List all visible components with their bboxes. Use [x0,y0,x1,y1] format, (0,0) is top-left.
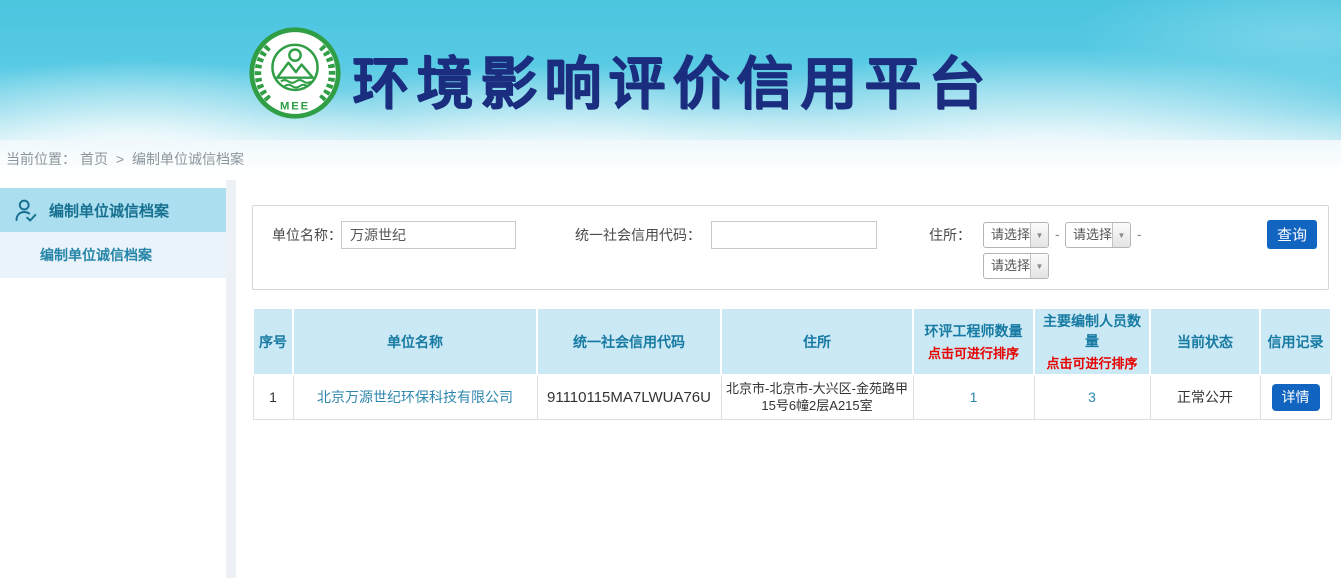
cell-serial: 1 [253,375,293,419]
mee-logo-icon: MEE [248,26,342,120]
unit-name-link[interactable]: 北京万源世纪环保科技有限公司 [317,389,513,405]
sidebar-content-divider [226,180,236,578]
col-header-address: 住所 [721,308,913,375]
sidebar-subitem-label: 编制单位诚信档案 [40,247,152,263]
logo-text: MEE [280,101,310,113]
person-check-icon [14,198,39,223]
address-dash-1: - [1055,220,1060,248]
credit-code-input[interactable] [711,221,877,249]
breadcrumb-current: 编制单位诚信档案 [132,151,244,167]
breadcrumb: 当前位置：首页 > 编制单位诚信档案 [0,140,1341,180]
result-table: 序号 单位名称 统一社会信用代码 住所 环评工程师数量 点击可进行排序 主要编制… [252,307,1332,420]
col-header-engineer-count-sort[interactable]: 环评工程师数量 点击可进行排序 [913,308,1034,375]
chevron-down-icon[interactable]: ▼ [1112,223,1130,247]
table-row: 1 北京万源世纪环保科技有限公司 91110115MA7LWUA76U 北京市-… [253,375,1331,419]
sidebar: 编制单位诚信档案 编制单位诚信档案 [0,180,226,578]
address-district-select[interactable]: 请选择 ▼ [983,253,1049,279]
city-select-value: 请选择 [1066,223,1112,247]
sidebar-item-label: 编制单位诚信档案 [49,200,169,221]
col-header-credit-code: 统一社会信用代码 [537,308,721,375]
col-header-credit-record: 信用记录 [1260,308,1331,375]
cell-engineer-count: 1 [913,375,1034,419]
staff-count-link[interactable]: 3 [1088,389,1096,405]
search-form: 单位名称： 统一社会信用代码： 住所： 请选择 ▼ - 请选择 ▼ - 请选择 … [252,205,1329,290]
sort-hint: 点击可进行排序 [916,343,1031,362]
chevron-down-icon[interactable]: ▼ [1030,254,1048,278]
page-title: 环境影响评价信用平台 [352,38,992,120]
col-header-staff-count-sort[interactable]: 主要编制人员数量 点击可进行排序 [1034,308,1150,375]
breadcrumb-separator: > [116,151,124,167]
cell-unit-name: 北京万源世纪环保科技有限公司 [293,375,537,419]
sidebar-item-credit-archive[interactable]: 编制单位诚信档案 [0,188,226,232]
query-button[interactable]: 查询 [1267,220,1317,249]
col-header-serial: 序号 [253,308,293,375]
cell-status: 正常公开 [1150,375,1260,419]
address-city-select[interactable]: 请选择 ▼ [1065,222,1131,248]
address-province-select[interactable]: 请选择 ▼ [983,222,1049,248]
credit-code-label: 统一社会信用代码： [575,221,701,249]
engineer-count-link[interactable]: 1 [970,389,978,405]
detail-button[interactable]: 详情 [1272,384,1320,411]
cell-staff-count: 3 [1034,375,1150,419]
unit-name-input[interactable] [341,221,516,249]
address-label: 住所： [929,221,971,249]
chevron-down-icon[interactable]: ▼ [1030,223,1048,247]
breadcrumb-prefix: 当前位置： [6,151,76,167]
col-header-unit-name: 单位名称 [293,308,537,375]
cell-credit-code: 91110115MA7LWUA76U [537,375,721,419]
sidebar-subitem-credit-archive[interactable]: 编制单位诚信档案 [0,232,226,278]
sort-hint: 点击可进行排序 [1037,353,1147,372]
district-select-value: 请选择 [984,254,1030,278]
col-header-status: 当前状态 [1150,308,1260,375]
site-header: MEE 环境影响评价信用平台 [0,0,1341,140]
address-dash-2: - [1137,220,1142,248]
cell-credit-record: 详情 [1260,375,1331,419]
table-header-row: 序号 单位名称 统一社会信用代码 住所 环评工程师数量 点击可进行排序 主要编制… [253,308,1331,375]
unit-name-label: 单位名称： [272,221,342,249]
breadcrumb-home-link[interactable]: 首页 [80,151,108,167]
province-select-value: 请选择 [984,223,1030,247]
cell-address: 北京市-北京市-大兴区-金苑路甲15号6幢2层A215室 [721,375,913,419]
